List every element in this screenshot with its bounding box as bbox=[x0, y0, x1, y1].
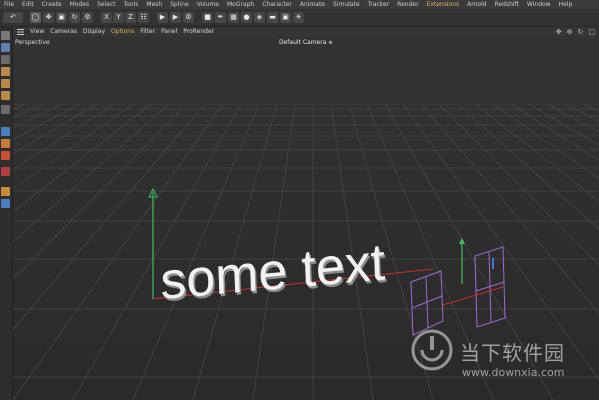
menu-item-animate[interactable]: Animate bbox=[300, 0, 325, 9]
menu-item-mograph[interactable]: MoGraph bbox=[227, 0, 254, 9]
left-tool-palette bbox=[0, 27, 13, 400]
menu-item-select[interactable]: Select bbox=[97, 0, 116, 9]
main-menu-bar: File Edit Create Modes Select Tools Mesh Spline… bbox=[0, 0, 599, 9]
viewport-menu-cameras[interactable]: Cameras bbox=[50, 27, 77, 37]
texture-mode-icon[interactable] bbox=[1, 55, 10, 64]
maximize-icon[interactable]: □ bbox=[588, 28, 595, 36]
camera-target-icon: ⊚ bbox=[328, 40, 333, 46]
viewport-menu-panel[interactable]: Panel bbox=[161, 27, 177, 37]
lock-workplane-icon[interactable] bbox=[1, 187, 10, 196]
axis-mode-icon[interactable] bbox=[1, 105, 10, 114]
viewport-menu-view[interactable]: View bbox=[30, 27, 44, 37]
viewport-menu-filter[interactable]: Filter bbox=[140, 27, 155, 37]
move-icon[interactable]: ✥ bbox=[556, 28, 562, 36]
camera-icon[interactable]: ▣ bbox=[280, 12, 291, 23]
polygons-mode-icon[interactable] bbox=[1, 91, 10, 100]
undo-icon[interactable]: ↶ bbox=[3, 12, 23, 23]
menu-item-file[interactable]: File bbox=[4, 0, 14, 9]
model-mode-icon[interactable] bbox=[1, 43, 10, 52]
menu-item-character[interactable]: Character bbox=[262, 0, 292, 9]
menu-item-window[interactable]: Window bbox=[527, 0, 551, 9]
hamburger-menu-icon[interactable] bbox=[15, 27, 25, 37]
camera-name[interactable]: Default Camera ⊚ bbox=[279, 39, 333, 46]
cube-object-icon[interactable]: ■ bbox=[202, 12, 213, 23]
menu-item-spline[interactable]: Spline bbox=[170, 0, 188, 9]
solo-icon[interactable] bbox=[1, 151, 10, 160]
menu-item-modes[interactable]: Modes bbox=[70, 0, 89, 9]
subdivision-icon[interactable]: ▦ bbox=[228, 12, 239, 23]
menu-item-volume[interactable]: Volume bbox=[197, 0, 219, 9]
viewport-title: Perspective bbox=[15, 39, 50, 46]
render-view-icon[interactable]: ▶ bbox=[157, 12, 168, 23]
menu-item-help[interactable]: Help bbox=[559, 0, 573, 9]
menu-item-tools[interactable]: Tools bbox=[124, 0, 139, 9]
pen-tool-icon[interactable]: ✒ bbox=[215, 12, 226, 23]
viewport-menu-prorender[interactable]: ProRender bbox=[183, 27, 214, 37]
menu-item-arnold[interactable]: Arnold bbox=[467, 0, 486, 9]
menu-item-redshift[interactable]: Redshift bbox=[495, 0, 519, 9]
light-icon[interactable]: ☀ bbox=[293, 12, 304, 23]
deformer-icon[interactable]: ◈ bbox=[254, 12, 265, 23]
viewport-menu-bar: View Cameras Display Options Filter Panel ProR… bbox=[13, 27, 599, 37]
menu-item-tracker[interactable]: Tracker bbox=[368, 0, 390, 9]
coordinate-system-icon[interactable]: ☷ bbox=[138, 12, 149, 23]
y-axis-lock[interactable]: Y bbox=[113, 12, 124, 23]
edges-mode-icon[interactable] bbox=[1, 79, 10, 88]
viewport-menu-display[interactable]: Display bbox=[83, 27, 105, 37]
viewport-menu-options[interactable]: Options bbox=[111, 27, 134, 37]
menu-item-mesh[interactable]: Mesh bbox=[146, 0, 162, 9]
rotate-tool-icon[interactable]: ↻ bbox=[69, 12, 80, 23]
scale-tool-icon[interactable]: ▣ bbox=[56, 12, 67, 23]
points-mode-icon[interactable] bbox=[1, 67, 10, 76]
watermark-url: www.downxia.com bbox=[462, 366, 565, 379]
recent-tools-icon[interactable]: ⚙ bbox=[82, 12, 93, 23]
menu-item-extensions[interactable]: Extensions bbox=[427, 0, 460, 9]
zoom-icon[interactable]: ⊕ bbox=[567, 28, 573, 36]
floor-icon[interactable]: ▬ bbox=[267, 12, 278, 23]
menu-item-edit[interactable]: Edit bbox=[22, 0, 34, 9]
watermark-logo-icon bbox=[411, 329, 453, 371]
render-picture-viewer-icon[interactable]: ▶ bbox=[170, 12, 181, 23]
move-tool-icon[interactable]: ✥ bbox=[43, 12, 54, 23]
make-editable-icon[interactable] bbox=[1, 31, 10, 40]
rotate-icon[interactable]: ↻ bbox=[578, 28, 584, 36]
menu-item-simulate[interactable]: Simulate bbox=[333, 0, 360, 9]
menu-item-create[interactable]: Create bbox=[42, 0, 62, 9]
viewport-navigation: ✥ ⊕ ↻ □ bbox=[556, 27, 595, 37]
cloner-icon[interactable]: ● bbox=[241, 12, 252, 23]
render-settings-icon[interactable]: ⚙ bbox=[183, 12, 194, 23]
camera-name-text: Default Camera bbox=[279, 39, 327, 46]
main-toolbar: ↶ ◯ ✥ ▣ ↻ ⚙ X Y Z ☷ ▶ ▶ ⚙ ■ ✒ ▦ ● ◈ ▬ ▣ … bbox=[0, 9, 599, 27]
z-axis-lock[interactable]: Z bbox=[125, 12, 136, 23]
snap-icon[interactable] bbox=[1, 127, 10, 136]
watermark-title: 当下软件园 bbox=[460, 341, 565, 365]
menu-item-render[interactable]: Render bbox=[397, 0, 418, 9]
planar-workplane-icon[interactable] bbox=[1, 199, 10, 208]
x-axis-lock[interactable]: X bbox=[101, 12, 112, 23]
live-selection-icon[interactable]: ◯ bbox=[30, 12, 41, 23]
workplane-icon[interactable] bbox=[1, 139, 10, 148]
soft-selection-icon[interactable] bbox=[1, 167, 10, 176]
